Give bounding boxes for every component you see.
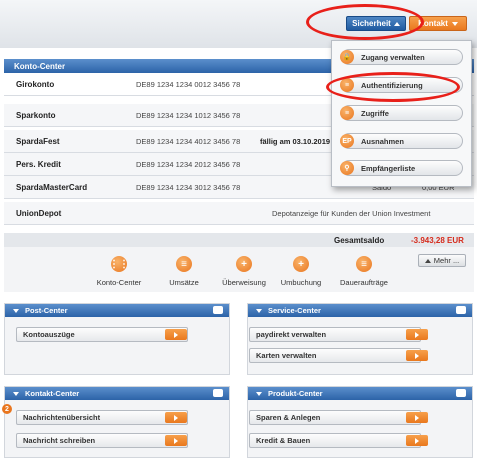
plus-icon: + [236, 256, 252, 272]
item-label: paydirekt verwalten [256, 330, 327, 339]
arrow-right-icon [174, 331, 178, 338]
item-label: Karten verwalten [256, 351, 317, 360]
highlight-circle-security [306, 4, 424, 40]
quicklink-label: Überweisung [222, 278, 266, 287]
chevron-down-icon[interactable] [256, 308, 262, 313]
go-button[interactable] [406, 350, 428, 361]
lock-icon: 🔒 [340, 50, 354, 64]
highlight-circle-authentication [326, 72, 460, 102]
camera-icon[interactable] [213, 389, 223, 397]
camera-icon[interactable] [456, 389, 466, 397]
plus-icon: + [293, 256, 309, 272]
arrow-right-icon [174, 414, 178, 421]
post-center-title: Post-Center [25, 306, 68, 315]
produkt-center-header: Produkt-Center [248, 387, 472, 400]
quicklink-label: Umbuchung [280, 278, 322, 287]
chevron-down-icon[interactable] [13, 308, 19, 313]
go-button[interactable] [165, 412, 187, 423]
list-icon: ≡ [340, 106, 354, 120]
produkt-item-kredit[interactable]: Kredit & Bauen [249, 433, 421, 448]
arrow-right-icon [415, 331, 419, 338]
produkt-item-sparen[interactable]: Sparen & Anlegen [249, 410, 421, 425]
quicklink-umbuchung[interactable]: + Umbuchung [266, 256, 336, 287]
go-button[interactable] [165, 329, 187, 340]
account-name: UnionDepot [16, 209, 62, 218]
account-iban: DE89 1234 1234 4012 3456 78 [136, 137, 241, 146]
account-name: Sparkonto [16, 111, 56, 120]
kontakt-item-nachricht-schreiben[interactable]: Nachricht schreiben [16, 433, 188, 448]
kontakt-center-title: Kontakt-Center [25, 389, 80, 398]
produkt-center-title: Produkt-Center [268, 389, 323, 398]
go-button[interactable] [406, 329, 428, 340]
grid-icon: ⋮⋮ [109, 256, 129, 272]
post-center-header: Post-Center [5, 304, 229, 317]
menu-item-label: Zugriffe [361, 108, 389, 118]
chevron-down-icon[interactable] [13, 391, 19, 396]
more-button[interactable]: Mehr ... [418, 254, 466, 267]
post-item-kontoauszuege[interactable]: Kontoauszüge [16, 327, 188, 342]
chevron-down-icon[interactable] [256, 391, 262, 396]
list-icon: ≡ [356, 256, 372, 272]
camera-icon[interactable] [213, 306, 223, 314]
total-balance-label: Gesamtsaldo [334, 236, 385, 245]
kontakt-center-header: Kontakt-Center [5, 387, 229, 400]
account-name: SpardaMasterCard [16, 183, 88, 192]
security-dropdown-menu: 🔒 Zugang verwalten ≡ Authentifizierung ≡… [331, 40, 472, 187]
chevron-down-icon [451, 21, 458, 26]
account-row[interactable]: UnionDepot Depotanzeige für Kunden der U… [4, 202, 474, 225]
go-button[interactable] [165, 435, 187, 446]
account-name: SpardaFest [16, 137, 60, 146]
item-label: Kredit & Bauen [256, 436, 311, 445]
quicklink-dauerauftraege[interactable]: ≡ Daueraufträge [329, 256, 399, 287]
account-iban: DE89 1234 1234 3012 3456 78 [136, 183, 241, 192]
quicklink-label: Daueraufträge [340, 278, 388, 287]
account-iban: DE89 1234 1234 1012 3456 78 [136, 111, 241, 120]
total-balance-value: -3.943,28 EUR [411, 236, 464, 245]
list-icon: ≡ [176, 256, 192, 272]
search-icon: ⚲ [340, 161, 354, 175]
menu-item-label: Empfängerliste [361, 163, 416, 173]
item-label: Sparen & Anlegen [256, 413, 321, 422]
menu-item-empfaengerliste[interactable]: ⚲ Empfängerliste [340, 160, 463, 176]
account-iban: DE89 1234 1234 2012 3456 78 [136, 160, 241, 169]
account-iban: DE89 1234 1234 0012 3456 78 [136, 80, 241, 89]
menu-item-label: Ausnahmen [361, 136, 404, 146]
service-item-paydirekt[interactable]: paydirekt verwalten [249, 327, 421, 342]
more-button-label: Mehr ... [433, 256, 460, 265]
menu-item-label: Zugang verwalten [361, 52, 425, 62]
account-name: Pers. Kredit [16, 160, 61, 169]
arrow-right-icon [415, 414, 419, 421]
total-balance-row: Gesamtsaldo -3.943,28 EUR [4, 233, 474, 247]
kontakt-item-nachrichtenuebersicht[interactable]: Nachrichtenübersicht [16, 410, 188, 425]
service-center-header: Service-Center [248, 304, 472, 317]
chevron-up-icon [424, 258, 431, 263]
arrow-right-icon [415, 352, 419, 359]
item-label: Kontoauszüge [23, 330, 75, 339]
item-label: Nachricht schreiben [23, 436, 96, 445]
menu-item-ausnahmen[interactable]: EP Ausnahmen [340, 133, 463, 149]
camera-icon[interactable] [456, 306, 466, 314]
service-center-title: Service-Center [268, 306, 321, 315]
go-button[interactable] [406, 435, 428, 446]
arrow-right-icon [415, 437, 419, 444]
account-name: Girokonto [16, 80, 55, 89]
service-item-karten[interactable]: Karten verwalten [249, 348, 421, 363]
quicklink-label: Konto-Center [96, 278, 142, 287]
depot-note: Depotanzeige für Kunden der Union Invest… [272, 209, 431, 218]
account-due-note: fällig am 03.10.2019 [260, 137, 331, 146]
item-label: Nachrichtenübersicht [23, 413, 101, 422]
quicklink-label: Umsätze [169, 278, 199, 287]
go-button[interactable] [406, 412, 428, 423]
notification-badge: 2 [2, 404, 12, 414]
arrow-right-icon [174, 437, 178, 444]
quicklink-konto-center[interactable]: ⋮⋮ Konto-Center [84, 256, 154, 287]
exceptions-icon: EP [340, 134, 354, 148]
menu-item-zugriffe[interactable]: ≡ Zugriffe [340, 105, 463, 121]
menu-item-zugang-verwalten[interactable]: 🔒 Zugang verwalten [340, 49, 463, 65]
konto-center-title: Konto-Center [14, 62, 66, 71]
